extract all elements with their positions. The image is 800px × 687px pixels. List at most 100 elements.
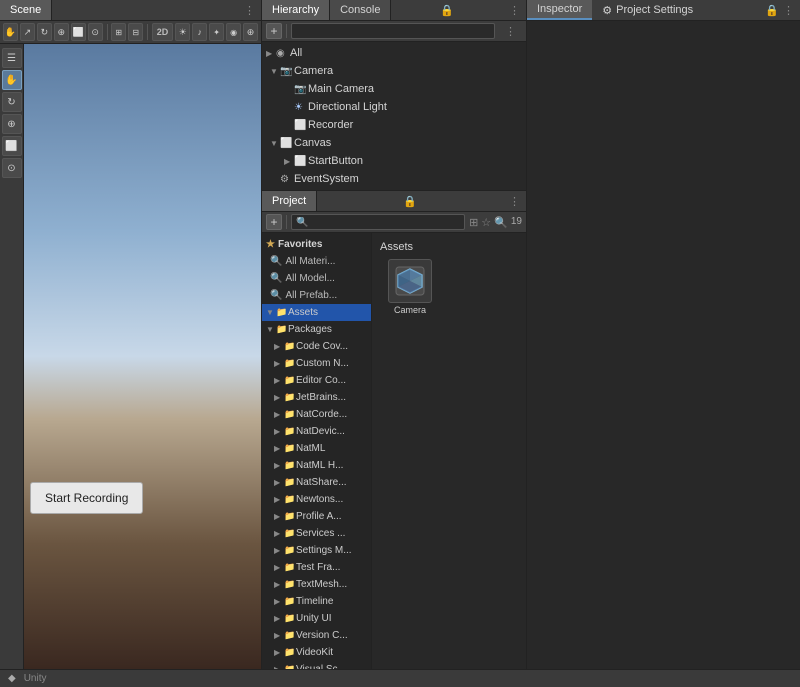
tab-project-settings[interactable]: ⚙ Project Settings — [592, 0, 703, 20]
left-tools: ☰ ✋ ↻ ⊕ ⬜ ⊙ — [0, 44, 24, 669]
scene-tab-dots[interactable]: ⋮ — [238, 0, 261, 20]
tree-item-customn[interactable]: ▶ 📁 Custom N... — [262, 355, 371, 372]
tree-item-timeline[interactable]: ▶ 📁 Timeline — [262, 593, 371, 610]
tool-rect[interactable]: ⬜ — [2, 136, 22, 156]
toolbar-btn-light[interactable]: ☀ — [175, 23, 190, 41]
tool-transform[interactable]: ⊙ — [2, 158, 22, 178]
hier-item-canvas[interactable]: ▼ ⬜ Canvas — [262, 134, 526, 152]
hier-item-start-button[interactable]: ▶ ⬜ StartButton — [262, 152, 526, 170]
unity-logo-icon: ◆ — [8, 673, 16, 684]
tree-item-textmesh[interactable]: ▶ 📁 TextMesh... — [262, 576, 371, 593]
tree-item-testfra[interactable]: ▶ 📁 Test Fra... — [262, 559, 371, 576]
toolbar-btn-vfx[interactable]: ✦ — [209, 23, 224, 41]
tool-plus[interactable]: ⊕ — [2, 114, 22, 134]
toolbar-btn-2d[interactable]: 2D — [152, 23, 174, 41]
inspector-lock-icon[interactable]: 🔒 — [765, 4, 779, 17]
hier-arrow-canvas: ▼ — [270, 139, 280, 148]
tree-item-natcorde[interactable]: ▶ 📁 NatCorde... — [262, 406, 371, 423]
tree-item-natshare[interactable]: ▶ 📁 NatShare... — [262, 474, 371, 491]
hier-arrow-camera: ▼ — [270, 67, 280, 76]
project-lock-icon[interactable]: 🔒 — [397, 191, 423, 211]
tree-item-jetbrains[interactable]: ▶ 📁 JetBrains... — [262, 389, 371, 406]
tree-label-assets: Assets — [288, 307, 318, 318]
hier-icon-camera-group: 📷 — [280, 66, 294, 77]
toolbar-btn-scene-cam[interactable]: ◉ — [226, 23, 241, 41]
tree-item-videokit[interactable]: ▶ 📁 VideoKit — [262, 644, 371, 661]
tab-hierarchy[interactable]: Hierarchy — [262, 0, 330, 20]
toolbar-btn-rect[interactable]: ⬜ — [71, 23, 86, 41]
tree-item-services[interactable]: ▶ 📁 Services ... — [262, 525, 371, 542]
tree-item-codecov[interactable]: ▶ 📁 Code Cov... — [262, 338, 371, 355]
toolbar-btn-hand[interactable]: ✋ — [3, 23, 18, 41]
tree-folder-assets: 📁 — [276, 307, 288, 318]
hier-icon-canvas: ⬜ — [280, 138, 294, 149]
tree-item-natdevic[interactable]: ▶ 📁 NatDevic... — [262, 423, 371, 440]
toolbar-btn-gizmos[interactable]: ⊕ — [243, 23, 258, 41]
hier-item-all[interactable]: ▶ ◉ All — [262, 44, 526, 62]
tree-item-packages[interactable]: ▼ 📁 Packages — [262, 321, 371, 338]
scene-tab-label: Scene — [10, 4, 41, 16]
inspector-dots-icon[interactable]: ⋮ — [783, 4, 794, 17]
tab-project[interactable]: Project — [262, 191, 317, 211]
toolbar-btn-transform[interactable]: ⊙ — [88, 23, 103, 41]
tree-item-visualsc[interactable]: ▶ 📁 Visual Sc... — [262, 661, 371, 669]
tab-console[interactable]: Console — [330, 0, 391, 20]
toolbar-btn-scale[interactable]: ⊕ — [54, 23, 69, 41]
hier-toolbar-dots[interactable]: ⋮ — [499, 25, 522, 38]
project-search-input[interactable] — [291, 214, 465, 230]
start-recording-button[interactable]: Start Recording — [30, 482, 143, 514]
hier-arrow-all: ▶ — [266, 49, 276, 58]
toolbar-btn-move[interactable]: ↗ — [20, 23, 35, 41]
fav-item-models[interactable]: 🔍 All Model... — [262, 270, 371, 287]
hier-label-camera-group: Camera — [294, 65, 333, 77]
tool-hand[interactable]: ✋ — [2, 70, 22, 90]
favorites-label: ★ Favorites — [262, 235, 371, 253]
tree-item-newtons[interactable]: ▶ 📁 Newtons... — [262, 491, 371, 508]
tree-label-packages: Packages — [288, 324, 332, 335]
hier-icon-main-camera: 📷 — [294, 84, 308, 95]
project-settings-label: Project Settings — [616, 4, 693, 16]
hier-add-button[interactable]: + — [266, 23, 282, 39]
hier-lock-icon[interactable]: 🔒 — [434, 0, 460, 20]
project-add-button[interactable]: + — [266, 214, 282, 230]
tree-item-natmlh[interactable]: ▶ 📁 NatML H... — [262, 457, 371, 474]
inspector-tab-label: Inspector — [537, 3, 582, 15]
tab-scene[interactable]: Scene — [0, 0, 52, 20]
hierarchy-panel: Hierarchy Console 🔒 ⋮ + ⋮ ▶ ◉ — [262, 0, 526, 191]
asset-item-camera[interactable]: Camera — [380, 259, 440, 315]
hierarchy-toolbar: + ⋮ — [262, 21, 526, 42]
toolbar-btn-audio[interactable]: ♪ — [192, 23, 207, 41]
project-icon-1[interactable]: ⊞ — [469, 216, 478, 229]
tree-item-editorcol[interactable]: ▶ 📁 Editor Co... — [262, 372, 371, 389]
tree-item-versionc[interactable]: ▶ 📁 Version C... — [262, 627, 371, 644]
toolbar-btn-grid[interactable]: ⊟ — [128, 23, 143, 41]
tree-item-natml[interactable]: ▶ 📁 NatML — [262, 440, 371, 457]
toolbar-btn-layers[interactable]: ⊞ — [111, 23, 126, 41]
tree-arrow-assets: ▼ — [266, 308, 276, 317]
tree-item-assets[interactable]: ▼ 📁 Assets — [262, 304, 371, 321]
project-dots-icon[interactable]: ⋮ — [503, 191, 526, 211]
tree-item-settings[interactable]: ▶ 📁 Settings M... — [262, 542, 371, 559]
tool-rotate[interactable]: ↻ — [2, 92, 22, 112]
project-icon-3[interactable]: 🔍 — [494, 216, 508, 229]
scene-dots-icon: ⋮ — [244, 4, 255, 17]
project-icon-2[interactable]: ☆ — [481, 216, 491, 229]
fav-item-prefabs[interactable]: 🔍 All Prefab... — [262, 287, 371, 304]
project-left-tree: ★ Favorites 🔍 All Materi... 🔍 All Model.… — [262, 233, 372, 669]
toolbar-btn-rotate[interactable]: ↻ — [37, 23, 52, 41]
hier-item-event-system[interactable]: ⚙ EventSystem — [262, 170, 526, 188]
fav-item-materials[interactable]: 🔍 All Materi... — [262, 253, 371, 270]
hier-item-recorder[interactable]: ⬜ Recorder — [262, 116, 526, 134]
hier-item-directional-light[interactable]: ☀ Directional Light — [262, 98, 526, 116]
hier-item-main-camera[interactable]: 📷 Main Camera — [262, 80, 526, 98]
hier-item-camera-group[interactable]: ▼ 📷 Camera — [262, 62, 526, 80]
hier-dots-icon[interactable]: ⋮ — [503, 0, 526, 20]
hierarchy-search-input[interactable] — [291, 23, 495, 39]
tree-item-profilea[interactable]: ▶ 📁 Profile A... — [262, 508, 371, 525]
tab-inspector[interactable]: Inspector — [527, 0, 592, 20]
project-settings-icon: ⚙ — [602, 4, 612, 17]
tree-item-unityui[interactable]: ▶ 📁 Unity UI — [262, 610, 371, 627]
scene-view: ☰ ✋ ↻ ⊕ ⬜ ⊙ Start Recording — [0, 44, 261, 669]
tool-menu[interactable]: ☰ — [2, 48, 22, 68]
project-content: ★ Favorites 🔍 All Materi... 🔍 All Model.… — [262, 233, 526, 669]
